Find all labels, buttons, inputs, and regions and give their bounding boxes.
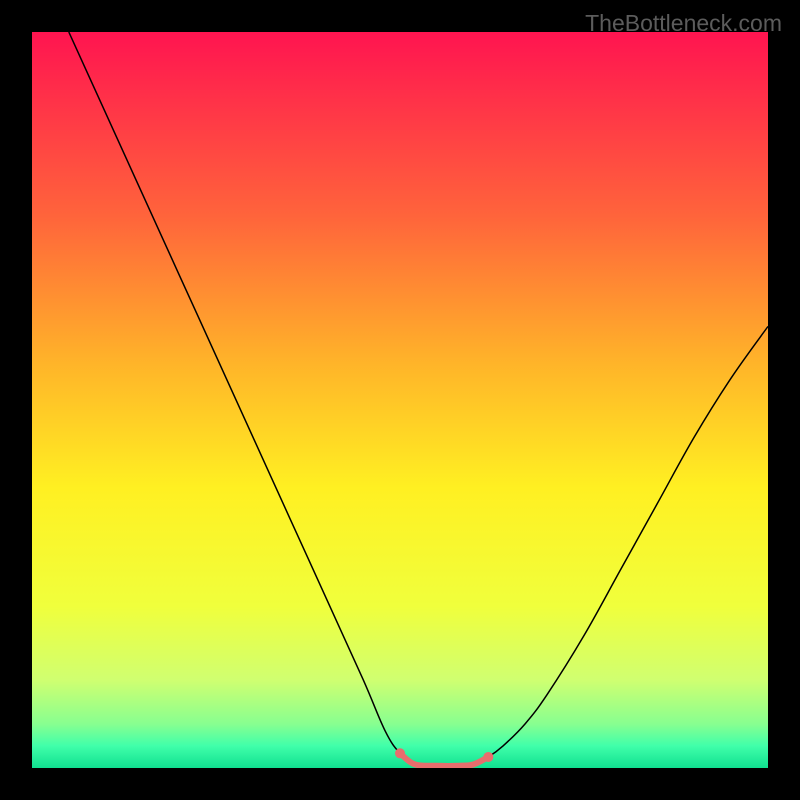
gradient-background <box>32 32 768 768</box>
watermark-label: TheBottleneck.com <box>585 10 782 37</box>
plot-area <box>32 32 768 768</box>
chart-container: TheBottleneck.com <box>0 0 800 800</box>
chart-svg <box>32 32 768 768</box>
